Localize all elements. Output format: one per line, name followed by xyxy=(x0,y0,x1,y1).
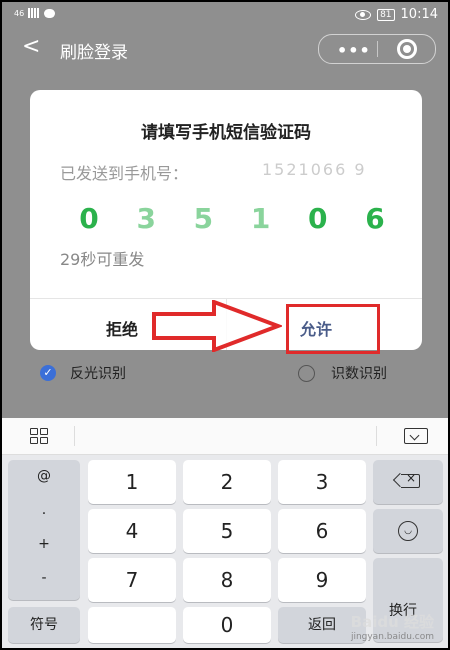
option-digits[interactable]: 识数识别 xyxy=(298,363,387,383)
battery-icon: 81 xyxy=(377,8,395,21)
code-digit: 3 xyxy=(136,202,156,235)
key-1[interactable]: 1 xyxy=(88,460,176,504)
key-5[interactable]: 5 xyxy=(183,509,271,553)
app-header: < 刷脸登录 ••• xyxy=(2,30,448,70)
clock: 10:14 xyxy=(400,7,438,22)
keyboard-toolbar xyxy=(2,418,448,455)
emoji-key[interactable]: ◡ xyxy=(373,509,443,553)
numeric-keyboard: @ . + - 1 2 3 × 4 5 6 ◡ 7 8 9 换行 符号 0 返回 xyxy=(2,418,448,648)
eye-comfort-icon xyxy=(355,9,372,20)
status-bar: 46 81 10:14 xyxy=(2,2,448,30)
sent-to-label: 已发送到手机号： xyxy=(60,164,189,183)
symbols-key[interactable]: 符号 xyxy=(8,607,80,643)
watermark-url: jingyan.baidu.com xyxy=(350,632,434,642)
radio-unchecked-icon xyxy=(298,364,315,382)
key-8[interactable]: 8 xyxy=(183,558,271,602)
miniprogram-capsule: ••• xyxy=(318,34,436,64)
dialog-title: 请填写手机短信验证码 xyxy=(141,123,311,143)
code-digit: 6 xyxy=(365,202,385,235)
page-title: 刷脸登录 xyxy=(60,43,128,63)
more-icon[interactable]: ••• xyxy=(337,41,371,60)
key-6[interactable]: 6 xyxy=(278,509,366,553)
symbol-key[interactable]: - xyxy=(8,570,80,586)
chat-notification-icon xyxy=(44,8,56,18)
option-label: 反光识别 xyxy=(70,366,126,382)
phone-screen: 46 81 10:14 < 刷脸登录 ••• ✓ 反光识别 识数识别 请填写手机… xyxy=(2,2,448,648)
back-icon[interactable]: < xyxy=(22,36,40,58)
option-label: 识数识别 xyxy=(331,366,387,382)
voice-key[interactable] xyxy=(88,607,218,643)
annotation-arrow xyxy=(152,300,282,352)
symbol-key[interactable]: + xyxy=(8,536,80,552)
option-reflective[interactable]: ✓ 反光识别 xyxy=(40,363,126,383)
apps-grid-icon[interactable] xyxy=(30,428,48,444)
watermark-brand: Baidu 经验 xyxy=(350,613,434,631)
toolbar-divider xyxy=(74,426,75,446)
symbol-key[interactable]: . xyxy=(8,502,80,518)
verification-code: 0 3 5 1 0 6 xyxy=(74,202,390,235)
symbol-key[interactable]: @ xyxy=(8,468,80,484)
key-0[interactable]: 0 xyxy=(183,607,271,643)
symbol-column[interactable]: @ . + - xyxy=(8,460,80,600)
code-digit: 5 xyxy=(193,202,214,235)
backspace-icon: × xyxy=(392,471,421,488)
capsule-divider xyxy=(377,41,378,57)
key-7[interactable]: 7 xyxy=(88,558,176,602)
smiley-icon: ◡ xyxy=(398,521,418,541)
recognition-options: ✓ 反光识别 识数识别 xyxy=(2,357,448,393)
deny-button[interactable]: 拒绝 xyxy=(106,316,138,340)
carrier-label: 46 xyxy=(14,8,25,18)
key-4[interactable]: 4 xyxy=(88,509,176,553)
symbols-label: 符号 xyxy=(30,617,58,633)
key-9[interactable]: 9 xyxy=(278,558,366,602)
resend-countdown: 29秒可重发 xyxy=(60,250,145,269)
code-digit: 0 xyxy=(308,202,328,235)
code-digit: 0 xyxy=(79,202,99,235)
toolbar-divider xyxy=(376,426,377,446)
close-miniprogram-icon[interactable] xyxy=(397,39,417,59)
highlight-box xyxy=(286,304,380,354)
baidu-jingyan-watermark: Baidu 经验 jingyan.baidu.com xyxy=(351,611,434,642)
checked-icon: ✓ xyxy=(40,365,56,381)
signal-icon xyxy=(28,8,41,18)
key-2[interactable]: 2 xyxy=(183,460,271,504)
return-label: 返回 xyxy=(308,617,336,633)
key-3[interactable]: 3 xyxy=(278,460,366,504)
masked-phone-number: 1521066 9 xyxy=(262,160,367,179)
code-digit: 1 xyxy=(250,202,271,235)
hide-keyboard-icon[interactable] xyxy=(404,428,428,444)
backspace-key[interactable]: × xyxy=(373,460,443,504)
